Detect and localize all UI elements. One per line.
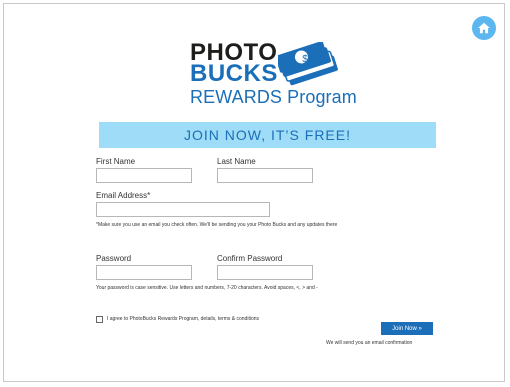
photobucks-logo: PHOTO BUCKS REWARDS Program $ [190, 41, 357, 111]
logo-bucks-text: BUCKS [190, 60, 278, 87]
join-now-button[interactable]: Join Now » [381, 322, 433, 335]
password-label: Password [96, 254, 132, 263]
money-stack-icon: $ [278, 42, 338, 86]
last-name-input[interactable] [217, 168, 313, 183]
first-name-input[interactable] [96, 168, 192, 183]
email-label: Email Address* [96, 191, 151, 200]
last-name-label: Last Name [217, 157, 256, 166]
logo-rewards-text: REWARDS Program [190, 87, 357, 107]
confirm-password-input[interactable] [217, 265, 313, 280]
confirmation-note: We will send you an email confirmation [326, 340, 413, 346]
email-note: *Make sure you use an email you check of… [96, 222, 338, 228]
password-note: Your password is case sensitive. Use let… [96, 285, 318, 291]
agree-checkbox[interactable] [96, 315, 103, 323]
home-icon [478, 22, 490, 34]
confirm-password-label: Confirm Password [217, 254, 283, 263]
password-input[interactable] [96, 265, 192, 280]
agree-row[interactable]: I agree to PhotoBucks Rewards Program, d… [96, 314, 259, 324]
first-name-label: First Name [96, 157, 136, 166]
signup-window: PHOTO BUCKS REWARDS Program $ JOIN NOW, … [3, 3, 505, 382]
email-input[interactable] [96, 202, 270, 217]
money-dollar-sign: $ [302, 54, 308, 65]
join-banner: JOIN NOW, IT’S FREE! [99, 122, 436, 148]
agree-label: I agree to PhotoBucks Rewards Program, d… [107, 316, 260, 322]
home-button[interactable] [472, 16, 496, 40]
